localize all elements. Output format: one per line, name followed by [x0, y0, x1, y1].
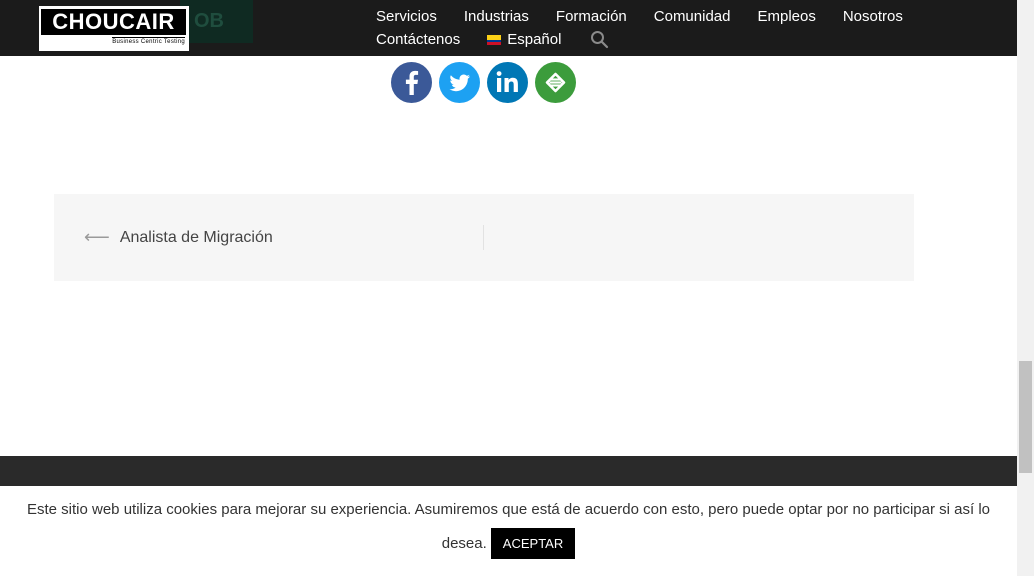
logo-wordmark: CHOUCAIR	[41, 9, 186, 35]
more-share-button[interactable]	[535, 62, 576, 103]
cookie-message: Este sitio web utiliza cookies para mejo…	[26, 501, 991, 518]
accept-cookies-button[interactable]: ACEPTAR	[490, 528, 576, 559]
nav-item-empleos[interactable]: Empleos	[757, 8, 815, 25]
linkedin-icon	[496, 71, 518, 92]
more-share-icon	[545, 72, 566, 93]
logo-tagline: Business Centric Testing	[112, 37, 185, 45]
site-header: OB CHOUCAIR Business Centric Testing Ser…	[0, 0, 1017, 56]
previous-post-link[interactable]: ⟵ Analista de Migración	[84, 194, 273, 281]
post-nav-divider	[483, 225, 484, 250]
language-label: Español	[507, 31, 562, 48]
main-navigation: Servicios Industrias Formación Comunidad…	[376, 5, 976, 51]
nav-item-nosotros[interactable]: Nosotros	[843, 8, 903, 25]
facebook-icon	[405, 70, 419, 95]
twitter-icon	[449, 74, 470, 92]
apply-job-button[interactable]: OB	[180, 0, 253, 43]
language-selector[interactable]: Español	[487, 31, 561, 48]
twitter-share-button[interactable]	[439, 62, 480, 103]
arrow-left-icon: ⟵	[84, 227, 110, 247]
nav-item-servicios[interactable]: Servicios	[376, 8, 437, 25]
cookie-notice: Este sitio web utiliza cookies para mejo…	[0, 486, 1017, 576]
nav-item-comunidad[interactable]: Comunidad	[654, 8, 731, 25]
social-share-bar	[391, 62, 576, 103]
nav-item-formacion[interactable]: Formación	[556, 8, 627, 25]
nav-item-industrias[interactable]: Industrias	[464, 8, 529, 25]
post-navigation: ⟵ Analista de Migración	[54, 194, 914, 281]
scrollbar-thumb[interactable]	[1019, 361, 1032, 473]
previous-post-title: Analista de Migración	[119, 228, 273, 246]
choucair-logo[interactable]: CHOUCAIR Business Centric Testing	[39, 6, 189, 51]
colombia-flag-icon	[487, 34, 502, 45]
linkedin-share-button[interactable]	[487, 62, 528, 103]
page-scrollbar[interactable]	[1017, 0, 1034, 576]
search-icon[interactable]	[590, 30, 609, 49]
nav-item-contactenos[interactable]: Contáctenos	[376, 31, 460, 48]
cookie-message-end: desea.	[441, 535, 487, 552]
facebook-share-button[interactable]	[391, 62, 432, 103]
